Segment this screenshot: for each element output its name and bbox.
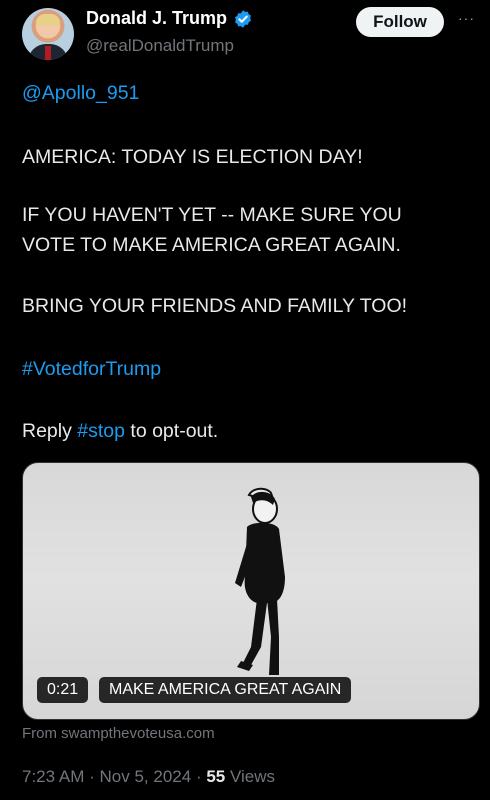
hashtag-link[interactable]: #VotedforTrump [22,354,161,384]
video-duration-badge: 0:21 [37,677,89,703]
author-handle[interactable]: @realDonaldTrump [86,36,234,56]
media-source-link[interactable]: From swampthevoteusa.com [22,725,215,742]
stop-hashtag-link[interactable]: #stop [77,420,125,442]
post-text-line-2: IF YOU HAVEN'T YET -- MAKE SURE YOU [22,204,402,226]
reply-suffix: to opt-out. [130,420,219,442]
views-label: Views [230,767,276,786]
meta-separator: · [89,767,95,786]
meta-separator-2: · [195,767,202,786]
video-caption-badge: MAKE AMERICA GREAT AGAIN [99,677,352,703]
walking-figure-illustration [235,487,285,675]
post-text-line-1: AMERICA: TODAY IS ELECTION DAY! [22,146,363,168]
post-meta: 7:23 AM · Nov 5, 2024 · 55 Views [22,767,275,787]
reply-prefix: Reply [22,420,72,442]
author-name[interactable]: Donald J. Trump [86,8,227,29]
post-text-line-4: BRING YOUR FRIENDS AND FAMILY TOO! [22,295,408,317]
post-header: Donald J. Trump @realDonaldTrump Follow … [0,0,490,70]
reply-opt-out-line: Reply #stop to opt-out. [22,416,218,446]
post-date[interactable]: Nov 5, 2024 [100,767,192,786]
post-text-line-3: VOTE TO MAKE AMERICA GREAT AGAIN. [22,234,401,256]
author-name-row: Donald J. Trump [86,8,253,29]
post-time[interactable]: 7:23 AM [22,767,84,786]
author-avatar[interactable] [22,8,74,60]
verified-badge-icon [235,9,252,28]
follow-button[interactable]: Follow [356,7,444,37]
mention-link[interactable]: @Apollo_951 [22,78,139,108]
views-count: 55 [206,767,226,786]
video-player[interactable]: 0:21 MAKE AMERICA GREAT AGAIN [22,462,480,720]
more-options-icon[interactable]: ··· [458,10,475,26]
